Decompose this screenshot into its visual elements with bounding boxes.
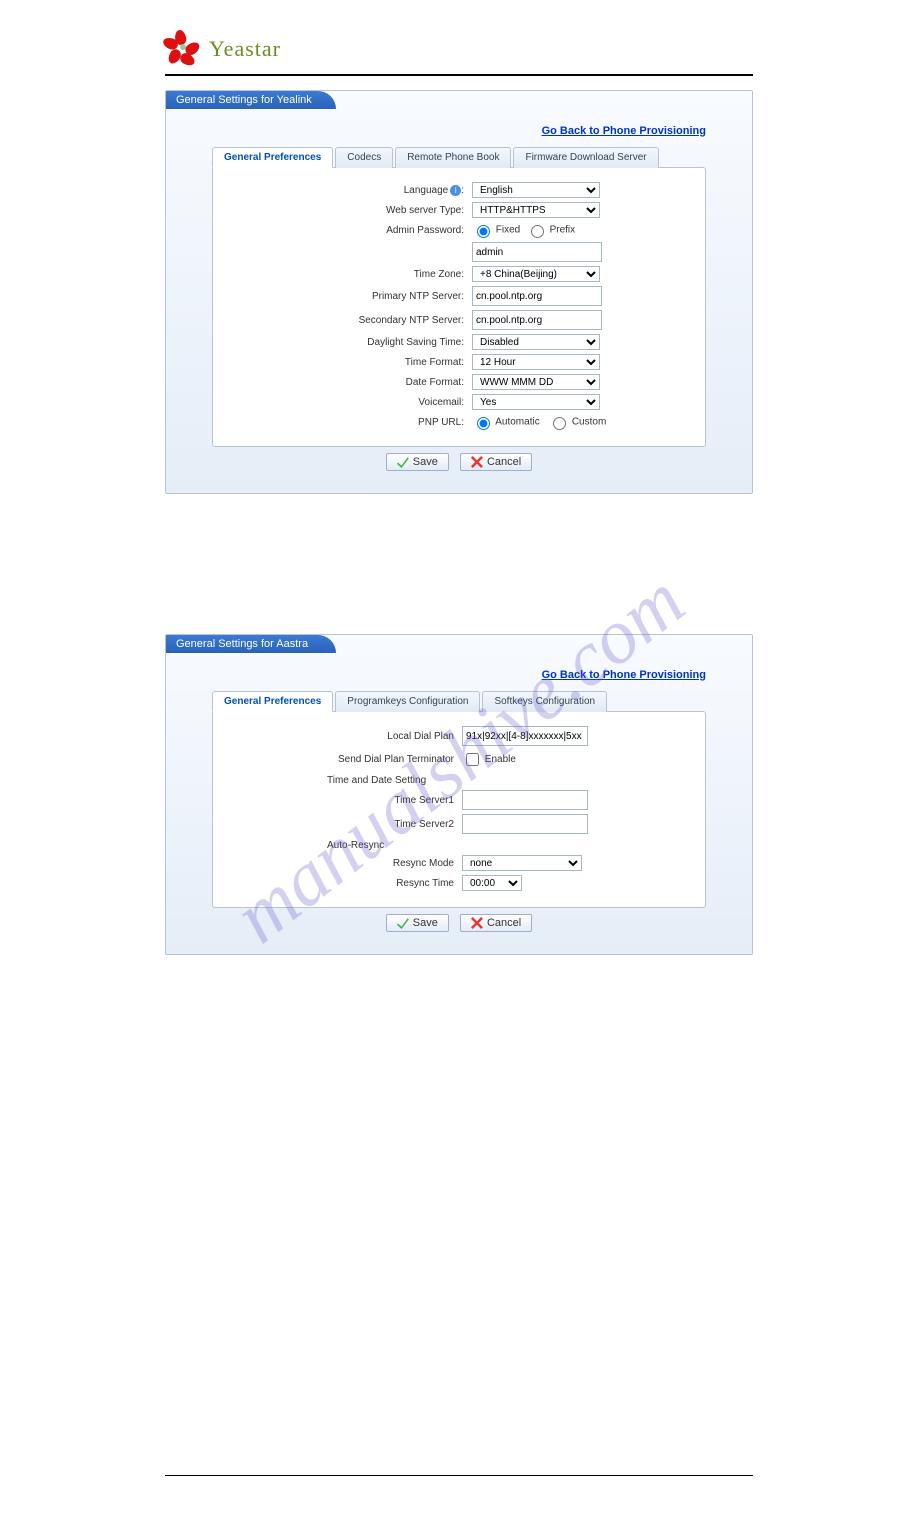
voicemail-label: Voicemail: [229, 397, 472, 408]
webserver-label: Web server Type: [229, 205, 472, 216]
timezone-select[interactable]: +8 China(Beijing) [472, 266, 600, 282]
form-yealink: Languagei: English Web server Type: HTTP… [212, 167, 706, 447]
close-icon [471, 917, 483, 929]
check-icon [397, 456, 409, 468]
pnp-auto-text: Automatic [495, 417, 539, 428]
resynctime-select[interactable]: 00:00 [462, 875, 522, 891]
datefmt-select[interactable]: WWW MMM DD [472, 374, 600, 390]
terminator-text: Enable [485, 754, 516, 765]
back-link[interactable]: Go Back to Phone Provisioning [542, 669, 706, 681]
ts1-input[interactable] [462, 790, 588, 810]
resyncmode-label: Resync Mode [229, 858, 462, 869]
dialplan-label: Local Dial Plan [229, 731, 462, 742]
cancel-button[interactable]: Cancel [460, 453, 532, 471]
adminpw-label: Admin Password: [229, 225, 472, 236]
check-icon [397, 917, 409, 929]
section-auto-resync: Auto-Resync [229, 840, 689, 851]
ts2-input[interactable] [462, 814, 588, 834]
timezone-label: Time Zone: [229, 269, 472, 280]
tab-general-preferences[interactable]: General Preferences [212, 691, 333, 712]
dst-label: Daylight Saving Time: [229, 337, 472, 348]
adminpw-prefix-radio[interactable] [531, 225, 544, 238]
voicemail-select[interactable]: Yes [472, 394, 600, 410]
tabs: General Preferences Programkeys Configur… [212, 691, 706, 712]
header-bar: Yeastar [165, 30, 753, 76]
panel-title: General Settings for Aastra [166, 635, 336, 653]
terminator-checkbox[interactable] [466, 753, 479, 766]
form-aastra: Local Dial Plan Send Dial Plan Terminato… [212, 711, 706, 908]
language-label: Languagei: [229, 185, 472, 196]
resynctime-label: Resync Time [229, 878, 462, 889]
ts2-label: Time Server2 [229, 819, 462, 830]
adminpw-fixed-radio[interactable] [477, 225, 490, 238]
save-button[interactable]: Save [386, 914, 449, 932]
adminpw-prefix-text: Prefix [550, 225, 576, 236]
pnp-custom-radio[interactable] [553, 417, 566, 430]
pnp-custom-text: Custom [572, 417, 606, 428]
brand-text: Yeastar [209, 36, 281, 62]
pnp-auto-radio[interactable] [477, 417, 490, 430]
info-icon[interactable]: i [450, 185, 461, 196]
cancel-button[interactable]: Cancel [460, 914, 532, 932]
timefmt-label: Time Format: [229, 357, 472, 368]
section-time-date: Time and Date Setting [229, 775, 689, 786]
webserver-select[interactable]: HTTP&HTTPS [472, 202, 600, 218]
tab-firmware-download-server[interactable]: Firmware Download Server [513, 147, 658, 168]
ntp1-label: Primary NTP Server: [229, 291, 472, 302]
adminpw-fixed-text: Fixed [496, 225, 520, 236]
logo-icon [165, 30, 203, 68]
tab-general-preferences[interactable]: General Preferences [212, 147, 333, 168]
timefmt-select[interactable]: 12 Hour [472, 354, 600, 370]
panel-title: General Settings for Yealink [166, 91, 336, 109]
footer-rule [165, 1475, 753, 1476]
language-select[interactable]: English [472, 182, 600, 198]
ts1-label: Time Server1 [229, 795, 462, 806]
resyncmode-select[interactable]: none [462, 855, 582, 871]
close-icon [471, 456, 483, 468]
datefmt-label: Date Format: [229, 377, 472, 388]
save-button[interactable]: Save [386, 453, 449, 471]
tab-remote-phone-book[interactable]: Remote Phone Book [395, 147, 511, 168]
tab-codecs[interactable]: Codecs [335, 147, 393, 168]
pnp-label: PNP URL: [229, 417, 472, 428]
back-link[interactable]: Go Back to Phone Provisioning [542, 125, 706, 137]
adminpw-input[interactable] [472, 242, 602, 262]
ntp2-input[interactable] [472, 310, 602, 330]
panel-aastra: General Settings for Aastra Go Back to P… [165, 634, 753, 955]
tab-softkeys[interactable]: Softkeys Configuration [482, 691, 607, 712]
tabs: General Preferences Codecs Remote Phone … [212, 147, 706, 168]
dialplan-input[interactable] [462, 726, 588, 746]
ntp1-input[interactable] [472, 286, 602, 306]
terminator-label: Send Dial Plan Terminator [229, 754, 462, 765]
dst-select[interactable]: Disabled [472, 334, 600, 350]
ntp2-label: Secondary NTP Server: [229, 315, 472, 326]
panel-yealink: General Settings for Yealink Go Back to … [165, 90, 753, 494]
tab-programkeys[interactable]: Programkeys Configuration [335, 691, 480, 712]
brand-logo: Yeastar [165, 30, 753, 68]
